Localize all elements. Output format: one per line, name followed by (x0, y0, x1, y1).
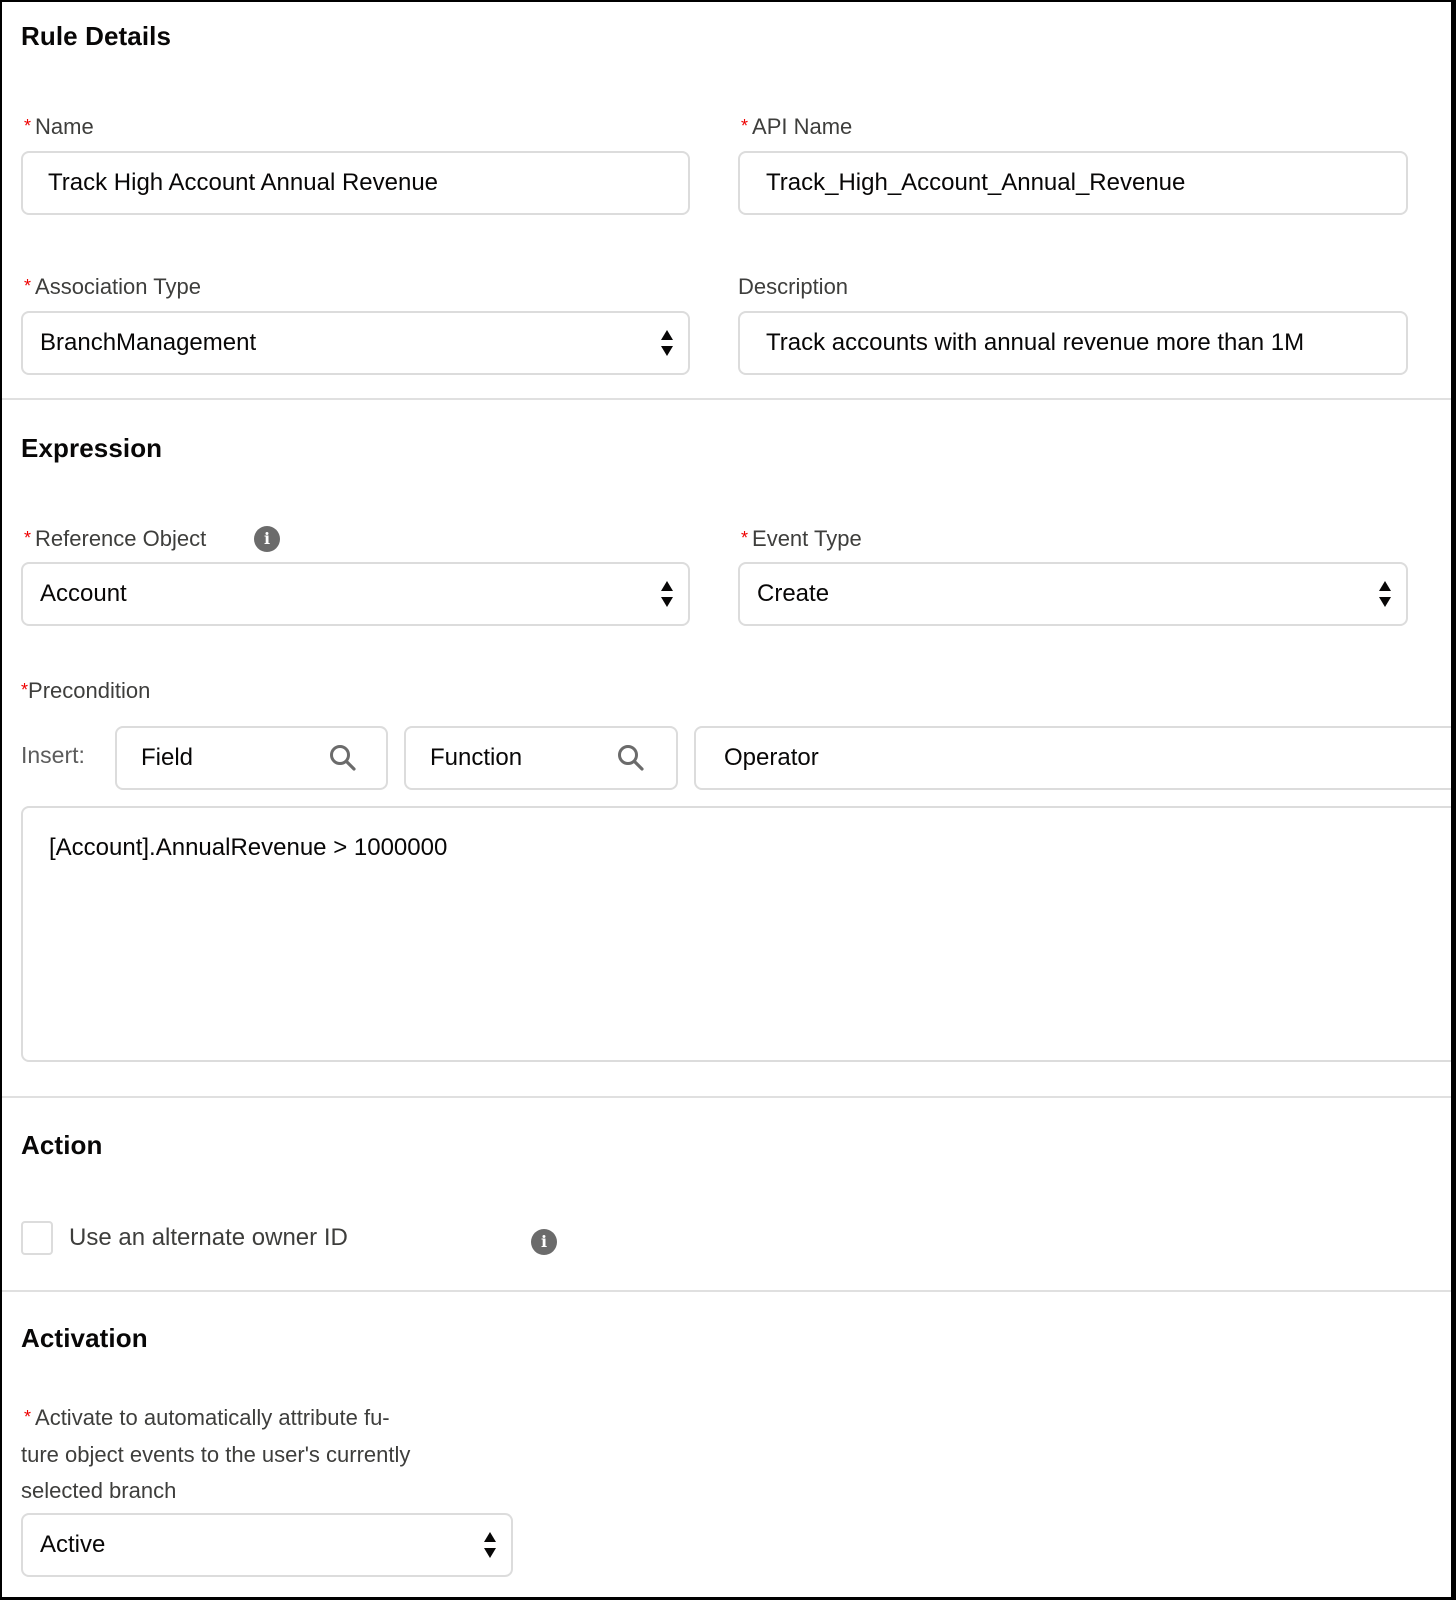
insert-label: Insert: (21, 742, 85, 768)
activation-label-line: ture object events to the user's current… (21, 1442, 411, 1467)
event-type-label: * Event Type (741, 526, 862, 552)
field-search-input[interactable]: Field (115, 726, 388, 790)
precondition-label-text: Precondition (28, 678, 151, 703)
association-type-label: * Association Type (24, 274, 201, 300)
alternate-owner-checkbox[interactable] (21, 1221, 53, 1255)
section-divider (2, 1096, 1451, 1098)
required-marker: * (741, 528, 749, 548)
function-search-placeholder: Function (430, 744, 523, 771)
formula-text: [Account].AnnualRevenue > 1000000 (49, 834, 448, 861)
section-title-activation: Activation (21, 1323, 148, 1353)
info-icon[interactable]: i (254, 526, 280, 552)
search-icon (330, 745, 356, 771)
select-arrows-icon (660, 579, 674, 609)
name-label: * Name (24, 114, 94, 140)
association-type-label-text: Association Type (35, 274, 201, 299)
operator-select[interactable]: Operator (694, 726, 1451, 790)
section-divider (2, 398, 1451, 400)
activation-label-line: selected branch (21, 1478, 177, 1503)
api-name-input-value: Track_High_Account_Annual_Revenue (766, 169, 1186, 196)
precondition-label: *Precondition (21, 678, 150, 704)
required-marker: * (24, 528, 32, 548)
description-label: Description (738, 274, 849, 299)
name-label-text: Name (35, 114, 94, 139)
field-search-placeholder: Field (141, 744, 194, 771)
required-marker: * (24, 1407, 32, 1427)
select-arrows-icon (660, 328, 674, 358)
description-input-value: Track accounts with annual revenue more … (766, 329, 1305, 356)
reference-object-label-text: Reference Object (35, 526, 207, 551)
activation-status-select[interactable]: Active (21, 1513, 513, 1577)
select-arrows-icon (483, 1530, 497, 1560)
event-type-value: Create (757, 580, 830, 607)
precondition-formula-textarea[interactable]: [Account].AnnualRevenue > 1000000 (21, 806, 1451, 1062)
select-arrows-icon (1378, 579, 1392, 609)
event-type-label-text: Event Type (752, 526, 862, 551)
section-title-expression: Expression (21, 433, 163, 463)
reference-object-label: * Reference Object (24, 526, 206, 552)
required-marker: * (21, 680, 29, 700)
reference-object-value: Account (40, 580, 127, 607)
section-divider (2, 1290, 1451, 1292)
api-name-label-text: API Name (752, 114, 853, 139)
association-type-select[interactable]: BranchManagement (21, 311, 690, 375)
section-title-action: Action (21, 1130, 103, 1160)
api-name-input[interactable]: Track_High_Account_Annual_Revenue (738, 151, 1408, 215)
name-input[interactable]: Track High Account Annual Revenue (21, 151, 690, 215)
reference-object-select[interactable]: Account (21, 562, 690, 626)
description-input[interactable]: Track accounts with annual revenue more … (738, 311, 1408, 375)
event-type-select[interactable]: Create (738, 562, 1408, 626)
association-type-value: BranchManagement (40, 329, 257, 356)
info-icon[interactable]: i (531, 1229, 557, 1255)
required-marker: * (24, 116, 32, 136)
required-marker: * (24, 276, 32, 296)
function-search-input[interactable]: Function (404, 726, 678, 790)
activation-status-value: Active (40, 1531, 106, 1558)
alternate-owner-label: Use an alternate owner ID (69, 1224, 348, 1251)
activation-label: * Activate to automatically attribute fu-… (21, 1400, 501, 1509)
name-input-value: Track High Account Annual Revenue (48, 169, 439, 196)
api-name-label: * API Name (741, 114, 852, 140)
required-marker: * (741, 116, 749, 136)
search-icon (618, 745, 644, 771)
activation-label-line: Activate to automatically attribute fu- (35, 1405, 390, 1430)
section-title-rule-details: Rule Details (21, 21, 172, 51)
rule-form: Rule Details * Name Track High Account An… (2, 2, 1451, 1597)
operator-placeholder: Operator (724, 744, 819, 771)
